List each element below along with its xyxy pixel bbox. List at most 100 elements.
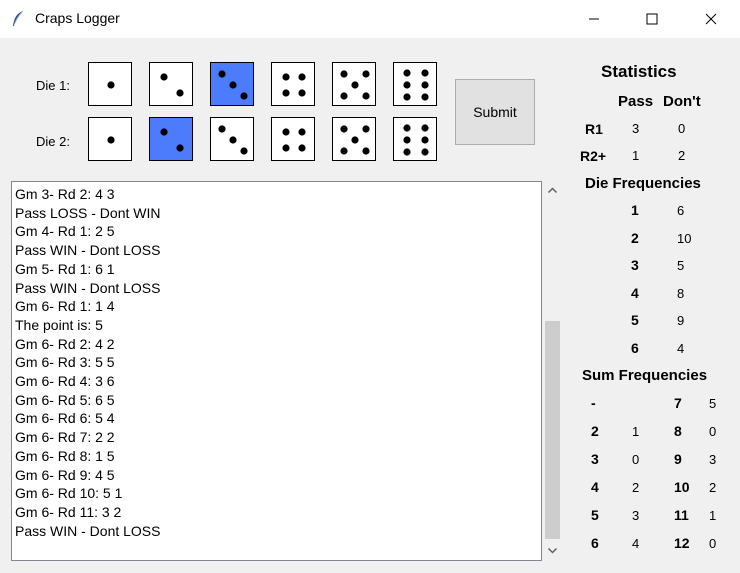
die-face-count: 5 xyxy=(677,258,685,273)
sum-label: 10 xyxy=(674,479,690,495)
die-face-three-icon xyxy=(218,70,248,100)
sum-frequencies-title: Sum Frequencies xyxy=(582,367,708,384)
sum-count: 0 xyxy=(709,424,717,439)
pip xyxy=(240,92,248,100)
sum-label: - xyxy=(591,395,596,411)
pip xyxy=(421,148,429,156)
title-bar: Craps Logger xyxy=(0,0,740,38)
log-line: Gm 6- Rd 11: 3 2 xyxy=(15,503,122,520)
sum-count: 2 xyxy=(632,480,640,495)
log-line: Gm 6- Rd 9: 4 5 xyxy=(15,466,115,483)
log-line: Gm 5- Rd 1: 6 1 xyxy=(15,260,115,277)
log-line: Gm 6- Rd 5: 6 5 xyxy=(15,391,115,408)
pip xyxy=(403,124,411,132)
die-face-count: 6 xyxy=(677,203,685,218)
scroll-down-icon[interactable] xyxy=(547,545,558,556)
pip xyxy=(298,73,306,81)
die-face-label: 4 xyxy=(631,284,639,301)
die-face-count: 8 xyxy=(677,285,685,301)
sum-count: 1 xyxy=(632,424,640,439)
pip xyxy=(421,81,429,89)
die-frequencies-title: Die Frequencies xyxy=(585,175,701,192)
r2plus-pass-value: 1 xyxy=(632,148,640,163)
die2-face-one-button[interactable] xyxy=(88,117,132,161)
r1-pass-value: 3 xyxy=(632,121,640,136)
die-face-label: 5 xyxy=(631,312,639,328)
log-line: The point is: 5 xyxy=(15,316,103,333)
pip xyxy=(340,70,348,78)
die-face-count: 9 xyxy=(677,313,685,328)
pip xyxy=(340,147,348,155)
die-face-one-icon xyxy=(107,136,115,144)
pip xyxy=(160,73,168,81)
sum-count: 1 xyxy=(709,508,717,523)
sum-label: 6 xyxy=(591,535,599,551)
die-face-one-icon xyxy=(107,81,115,89)
die1-face-two-button[interactable] xyxy=(149,62,193,106)
die1-face-four-button[interactable] xyxy=(271,62,315,106)
die-face-count: 4 xyxy=(677,340,685,356)
log-line: Gm 6- Rd 1: 1 4 xyxy=(15,298,115,315)
statistics-title: Statistics xyxy=(601,62,677,81)
sum-label: 8 xyxy=(674,423,682,439)
die2-face-two-button[interactable] xyxy=(149,117,193,161)
die1-face-three-button[interactable] xyxy=(210,62,254,106)
log-line: Gm 6- Rd 7: 2 2 xyxy=(15,429,115,446)
pip xyxy=(176,144,184,152)
log-line: Pass WIN - Dont LOSS xyxy=(15,242,161,259)
die1-label: Die 1: xyxy=(36,78,70,93)
log-line: Gm 6- Rd 6: 5 4 xyxy=(15,410,115,427)
pip xyxy=(282,144,290,152)
maximize-button[interactable] xyxy=(623,0,681,38)
pip xyxy=(218,70,226,78)
die1-face-six-button[interactable] xyxy=(393,62,437,106)
pip xyxy=(362,70,370,78)
die1-face-five-button[interactable] xyxy=(332,62,376,106)
log-scrollbar[interactable] xyxy=(543,181,562,561)
log-line: Gm 6- Rd 3: 5 5 xyxy=(15,354,115,371)
die-face-label: 3 xyxy=(631,257,639,273)
pip xyxy=(218,125,226,133)
log-line: Pass LOSS - Dont WIN xyxy=(15,204,161,221)
log-line: Pass WIN - Dont LOSS xyxy=(15,522,161,539)
sum-label: 5 xyxy=(591,507,599,523)
die-face-count: 10 xyxy=(677,230,692,246)
close-icon xyxy=(705,13,717,25)
close-button[interactable] xyxy=(682,0,740,38)
log-line: Gm 6- Rd 2: 4 2 xyxy=(15,335,115,352)
die1-face-one-button[interactable] xyxy=(88,62,132,106)
scroll-thumb[interactable] xyxy=(545,321,560,539)
pip xyxy=(421,124,429,132)
die-face-six-icon xyxy=(403,124,429,156)
die2-face-three-button[interactable] xyxy=(210,117,254,161)
die2-face-five-button[interactable] xyxy=(332,117,376,161)
pip xyxy=(229,81,237,89)
game-log[interactable]: Gm 3- Rd 2: 4 3 Pass LOSS - Dont WIN Gm 4-… xyxy=(11,181,542,561)
die-face-label: 6 xyxy=(631,339,639,356)
pip xyxy=(298,128,306,136)
die2-face-six-button[interactable] xyxy=(393,117,437,161)
pip xyxy=(403,93,411,101)
r2plus-dont-value: 2 xyxy=(678,148,686,163)
log-line: Gm 6- Rd 8: 1 5 xyxy=(15,447,115,464)
die-face-two-icon xyxy=(160,128,184,152)
die2-face-four-button[interactable] xyxy=(271,117,315,161)
r1-dont-value: 0 xyxy=(678,121,686,136)
pip xyxy=(403,148,411,156)
die-face-five-icon xyxy=(340,125,370,155)
sum-label: 3 xyxy=(591,451,599,467)
sum-label: 7 xyxy=(674,395,682,411)
scroll-up-icon[interactable] xyxy=(547,185,558,196)
pip xyxy=(282,73,290,81)
round-label-r2plus: R2+ xyxy=(580,148,607,164)
pip xyxy=(362,92,370,100)
log-line: Gm 6- Rd 10: 5 1 xyxy=(15,485,123,502)
submit-button[interactable]: Submit xyxy=(455,79,535,145)
die2-label: Die 2: xyxy=(36,134,70,149)
die-face-two-icon xyxy=(160,73,184,97)
minimize-button[interactable] xyxy=(565,0,623,38)
pip xyxy=(351,81,359,89)
die-face-label: 2 xyxy=(631,229,639,246)
pip xyxy=(160,128,168,136)
pip xyxy=(298,144,306,152)
